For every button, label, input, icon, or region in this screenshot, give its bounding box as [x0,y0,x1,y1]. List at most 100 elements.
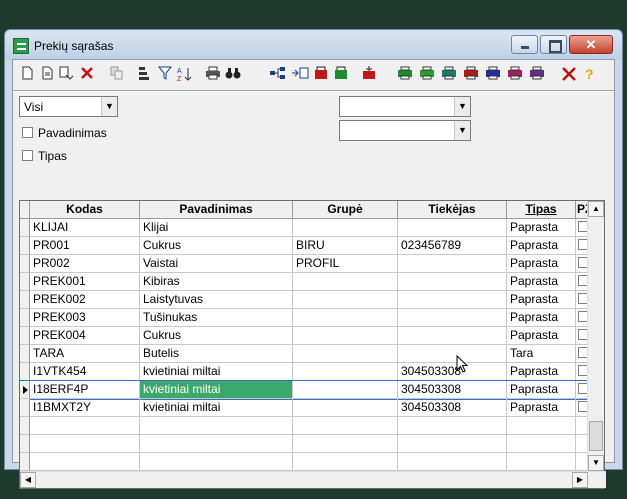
column-header-tipas[interactable]: Tipas [507,201,576,219]
chevron-down-icon[interactable]: ▼ [101,97,117,116]
cell-grupe[interactable] [293,399,398,417]
cell-tiekejas[interactable] [398,327,507,345]
cell-tiekejas[interactable] [398,309,507,327]
cell-tipas[interactable]: Tara [507,345,576,363]
cell-tiekejas[interactable]: 023456789 [398,237,507,255]
cell-grupe[interactable] [293,219,398,237]
cell-kodas[interactable] [30,453,140,471]
cell-pavadinimas[interactable]: Butelis [140,345,293,363]
cell-tipas[interactable]: Paprasta [507,255,576,273]
table-row[interactable]: PR001 Cukrus BIRU 023456789 Paprasta [20,237,603,255]
row-indicator[interactable] [20,291,30,309]
cell-tiekejas[interactable] [398,417,507,435]
scroll-left-icon[interactable]: ◀ [20,472,36,488]
table-row[interactable]: KLIJAI Klijai Paprasta [20,219,603,237]
title-bar[interactable]: Prekių sąrašas ✕ [5,30,622,60]
new-doc-icon[interactable] [19,66,35,82]
row-indicator[interactable] [20,255,30,273]
row-indicator[interactable] [20,417,30,435]
row-indicator[interactable] [20,453,30,471]
scroll-down-icon[interactable]: ▼ [588,455,604,471]
cell-tiekejas[interactable] [398,273,507,291]
type-filter-checkbox-row[interactable]: Tipas [22,149,67,163]
tree-icon[interactable] [269,66,285,82]
green-cart-icon[interactable] [333,66,349,82]
right-filter-combo-1[interactable]: ▼ [339,96,471,117]
row-indicator[interactable] [20,273,30,291]
cell-tiekejas[interactable] [398,345,507,363]
cell-kodas[interactable]: PR002 [30,255,140,273]
scroll-right-icon[interactable]: ▶ [572,472,588,488]
cell-tiekejas[interactable] [398,219,507,237]
cell-grupe[interactable] [293,417,398,435]
tools-icon[interactable] [561,66,577,82]
name-filter-checkbox[interactable] [22,127,33,138]
cell-pavadinimas[interactable] [140,435,293,453]
table-row[interactable]: PR002 Vaistai PROFIL Paprasta [20,255,603,273]
cell-kodas[interactable]: PREK001 [30,273,140,291]
cell-kodas[interactable]: PREK003 [30,309,140,327]
cell-grupe[interactable] [293,453,398,471]
cell-grupe[interactable] [293,381,398,399]
name-filter-checkbox-row[interactable]: Pavadinimas [22,126,107,140]
type-filter-checkbox[interactable] [22,150,33,161]
right-filter-combo-2[interactable]: ▼ [339,120,471,141]
maximize-button[interactable] [540,35,567,54]
cell-pavadinimas[interactable]: kvietiniai miltai [140,363,293,381]
row-indicator[interactable] [20,363,30,381]
cell-tipas[interactable]: Paprasta [507,309,576,327]
find-binoculars-icon[interactable] [225,66,241,82]
cell-grupe[interactable] [293,309,398,327]
table-row[interactable] [20,417,603,435]
cell-tiekejas[interactable]: 304503308 [398,399,507,417]
table-row[interactable]: PREK002 Laistytuvas Paprasta [20,291,603,309]
cell-grupe[interactable] [293,327,398,345]
cell-tipas[interactable]: Paprasta [507,219,576,237]
print-green-icon[interactable] [397,66,413,82]
row-indicator[interactable] [20,219,30,237]
cell-tipas[interactable]: Paprasta [507,327,576,345]
cell-pavadinimas[interactable]: Laistytuvas [140,291,293,309]
cell-grupe[interactable] [293,291,398,309]
vertical-scrollbar[interactable]: ▲ ▼ [587,201,604,472]
row-indicator[interactable] [20,309,30,327]
delete-icon[interactable] [79,66,95,82]
vertical-scroll-thumb[interactable] [589,421,603,451]
close-button[interactable]: ✕ [569,35,613,54]
row-indicator[interactable] [20,435,30,453]
cell-tiekejas[interactable] [398,291,507,309]
cell-pavadinimas[interactable] [140,417,293,435]
cell-kodas[interactable]: KLIJAI [30,219,140,237]
table-row[interactable]: PREK004 Cukrus Paprasta [20,327,603,345]
cell-pavadinimas[interactable]: Tušinukas [140,309,293,327]
type-filter-combo[interactable]: Visi ▼ [19,96,118,117]
chevron-down-icon[interactable]: ▼ [454,121,470,140]
sort-icon[interactable] [137,66,153,82]
row-indicator[interactable] [20,345,30,363]
print-icon[interactable] [205,66,221,82]
cell-pavadinimas[interactable]: kvietiniai miltai [140,399,293,417]
table-row[interactable]: PREK003 Tušinukas Paprasta [20,309,603,327]
cell-tipas[interactable] [507,435,576,453]
cell-tipas[interactable]: Paprasta [507,291,576,309]
cell-tiekejas[interactable]: 304503308 [398,381,507,399]
print-teal-icon[interactable] [441,66,457,82]
cell-tiekejas[interactable] [398,255,507,273]
print-green2-icon[interactable] [419,66,435,82]
table-row[interactable] [20,453,603,471]
column-header-kodas[interactable]: Kodas [30,201,140,219]
table-row[interactable] [20,435,603,453]
column-header-pavadinimas[interactable]: Pavadinimas [140,201,293,219]
cell-grupe[interactable] [293,435,398,453]
cell-pavadinimas[interactable]: Cukrus [140,237,293,255]
cell-tipas[interactable] [507,417,576,435]
print-purple-icon[interactable] [529,66,545,82]
column-header-grupe[interactable]: Grupė [293,201,398,219]
cell-pavadinimas[interactable]: Kibiras [140,273,293,291]
help-icon[interactable]: ? [581,66,597,82]
cell-tipas[interactable]: Paprasta [507,399,576,417]
table-row[interactable]: PREK001 Kibiras Paprasta [20,273,603,291]
chevron-down-icon[interactable]: ▼ [454,97,470,116]
cell-grupe[interactable] [293,273,398,291]
print-red2-icon[interactable] [507,66,523,82]
